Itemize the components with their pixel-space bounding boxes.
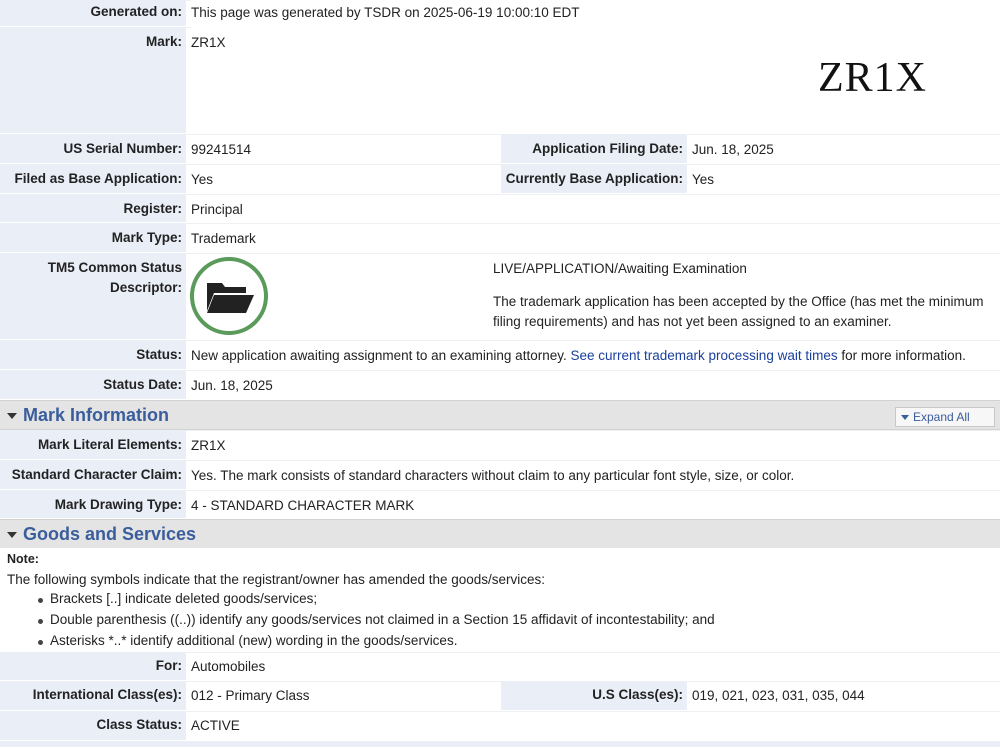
us-class-value: 019, 021, 023, 031, 035, 044 bbox=[692, 688, 865, 703]
for-value-cell: Automobiles bbox=[186, 652, 1000, 680]
goods-services-header[interactable]: Goods and Services bbox=[0, 519, 1000, 549]
drawing-value: 4 - STANDARD CHARACTER MARK bbox=[191, 498, 415, 513]
current-base-label: Currently Base Application: bbox=[501, 164, 687, 193]
register-value: Principal bbox=[191, 202, 243, 217]
mark-type-value-cell: Trademark bbox=[186, 223, 1000, 252]
std-char-value-cell: Yes. The mark consists of standard chara… bbox=[186, 460, 1000, 489]
drawing-value-cell: 4 - STANDARD CHARACTER MARK bbox=[186, 490, 1000, 518]
std-char-label: Standard Character Claim: bbox=[0, 460, 186, 489]
drawing-label: Mark Drawing Type: bbox=[0, 490, 186, 518]
filing-date-value: Jun. 18, 2025 bbox=[692, 142, 774, 157]
std-char-value: Yes. The mark consists of standard chara… bbox=[191, 468, 795, 483]
intl-class-label: International Class(es): bbox=[0, 681, 186, 710]
generated-value-cell: This page was generated by TSDR on 2025-… bbox=[186, 0, 580, 26]
base-app-value-cell: Yes bbox=[186, 164, 501, 193]
serial-label: US Serial Number: bbox=[0, 134, 186, 163]
mark-information-title: Mark Information bbox=[23, 405, 170, 425]
base-app-value: Yes bbox=[191, 172, 214, 187]
tm5-status-title: LIVE/APPLICATION/Awaiting Examination bbox=[493, 261, 747, 276]
class-row: International Class(es): 012 - Primary C… bbox=[0, 681, 1000, 711]
wait-times-link[interactable]: See current trademark processing wait ti… bbox=[570, 348, 837, 363]
status-date-value-cell: Jun. 18, 2025 bbox=[186, 370, 1000, 399]
serial-value: 99241514 bbox=[191, 142, 252, 157]
list-item: Asterisks *..* identify additional (new)… bbox=[38, 633, 715, 654]
status-value: New application awaiting assignment to a… bbox=[191, 348, 966, 363]
collapse-toggle-icon[interactable] bbox=[7, 413, 17, 419]
literal-row: Mark Literal Elements: ZR1X bbox=[0, 430, 1000, 460]
serial-value-cell: 99241514 bbox=[186, 134, 501, 163]
mark-value: ZR1X bbox=[191, 35, 226, 50]
us-class-label: U.S Class(es): bbox=[501, 681, 687, 710]
status-date-label: Status Date: bbox=[0, 370, 186, 399]
tm5-value-cell: LIVE/APPLICATION/Awaiting Examination Th… bbox=[186, 253, 1000, 339]
drawing-row: Mark Drawing Type: 4 - STANDARD CHARACTE… bbox=[0, 490, 1000, 519]
generated-value: This page was generated by TSDR on 2025-… bbox=[191, 5, 580, 20]
mark-value-cell: ZR1X bbox=[186, 27, 226, 133]
goods-note: Note: The following symbols indicate tha… bbox=[0, 548, 1000, 652]
tm5-label: TM5 Common Status Descriptor: bbox=[0, 253, 186, 339]
generated-label: Generated on: bbox=[0, 0, 186, 26]
current-base-value-cell: Yes bbox=[687, 164, 1000, 193]
collapse-toggle-icon[interactable] bbox=[7, 532, 17, 538]
status-date-row: Status Date: Jun. 18, 2025 bbox=[0, 370, 1000, 400]
mark-information-header[interactable]: Mark Information Expand All bbox=[0, 400, 1000, 430]
filing-date-label: Application Filing Date: bbox=[501, 134, 687, 163]
class-status-row: Class Status: ACTIVE bbox=[0, 711, 1000, 741]
mark-image: ZR1X bbox=[818, 55, 927, 101]
status-label: Status: bbox=[0, 340, 186, 369]
register-row: Register: Principal bbox=[0, 194, 1000, 223]
status-date-value: Jun. 18, 2025 bbox=[191, 378, 273, 393]
note-text: The following symbols indicate that the … bbox=[7, 572, 546, 587]
mark-type-row: Mark Type: Trademark bbox=[0, 223, 1000, 253]
base-app-label: Filed as Base Application: bbox=[0, 164, 186, 193]
tm5-desc-line2: filing requirements) and has not yet bee… bbox=[493, 314, 892, 329]
mark-type-label: Mark Type: bbox=[0, 223, 186, 252]
status-value-cell: New application awaiting assignment to a… bbox=[186, 340, 1000, 369]
tm5-desc-line1: The trademark application has been accep… bbox=[493, 294, 984, 309]
intl-class-value: 012 - Primary Class bbox=[191, 688, 310, 703]
current-base-value: Yes bbox=[692, 172, 715, 187]
chevron-down-icon bbox=[901, 415, 909, 421]
bottom-strip bbox=[0, 741, 1000, 748]
mark-label: Mark: bbox=[0, 27, 186, 133]
base-app-row: Filed as Base Application: Yes Currently… bbox=[0, 164, 1000, 194]
literal-value-cell: ZR1X bbox=[186, 430, 1000, 459]
filing-date-value-cell: Jun. 18, 2025 bbox=[687, 134, 1000, 163]
mark-type-value: Trademark bbox=[191, 231, 256, 246]
us-class-value-cell: 019, 021, 023, 031, 035, 044 bbox=[687, 681, 1000, 710]
literal-value: ZR1X bbox=[191, 438, 226, 453]
class-status-value-cell: ACTIVE bbox=[186, 711, 1000, 740]
note-label: Note: bbox=[7, 552, 39, 566]
status-row: Status: New application awaiting assignm… bbox=[0, 340, 1000, 370]
tm5-status-circle bbox=[190, 257, 268, 335]
note-bullets: Brackets [..] indicate deleted goods/ser… bbox=[38, 591, 715, 654]
std-char-row: Standard Character Claim: Yes. The mark … bbox=[0, 460, 1000, 490]
expand-all-button[interactable]: Expand All bbox=[895, 407, 995, 427]
tm5-row: TM5 Common Status Descriptor: LIVE/APPLI… bbox=[0, 253, 1000, 340]
intl-class-value-cell: 012 - Primary Class bbox=[186, 681, 501, 710]
goods-services-title: Goods and Services bbox=[23, 524, 197, 544]
register-value-cell: Principal bbox=[186, 194, 1000, 222]
serial-row: US Serial Number: 99241514 Application F… bbox=[0, 134, 1000, 164]
for-row: For: Automobiles bbox=[0, 652, 1000, 681]
register-label: Register: bbox=[0, 194, 186, 222]
for-value: Automobiles bbox=[191, 659, 266, 674]
class-status-value: ACTIVE bbox=[191, 718, 240, 733]
literal-label: Mark Literal Elements: bbox=[0, 430, 186, 459]
list-item: Double parenthesis ((..)) identify any g… bbox=[38, 612, 715, 633]
class-status-label: Class Status: bbox=[0, 711, 186, 740]
folder-icon bbox=[207, 283, 254, 313]
list-item: Brackets [..] indicate deleted goods/ser… bbox=[38, 591, 715, 612]
for-label: For: bbox=[0, 652, 186, 680]
generated-row: Generated on: This page was generated by… bbox=[0, 0, 1000, 27]
